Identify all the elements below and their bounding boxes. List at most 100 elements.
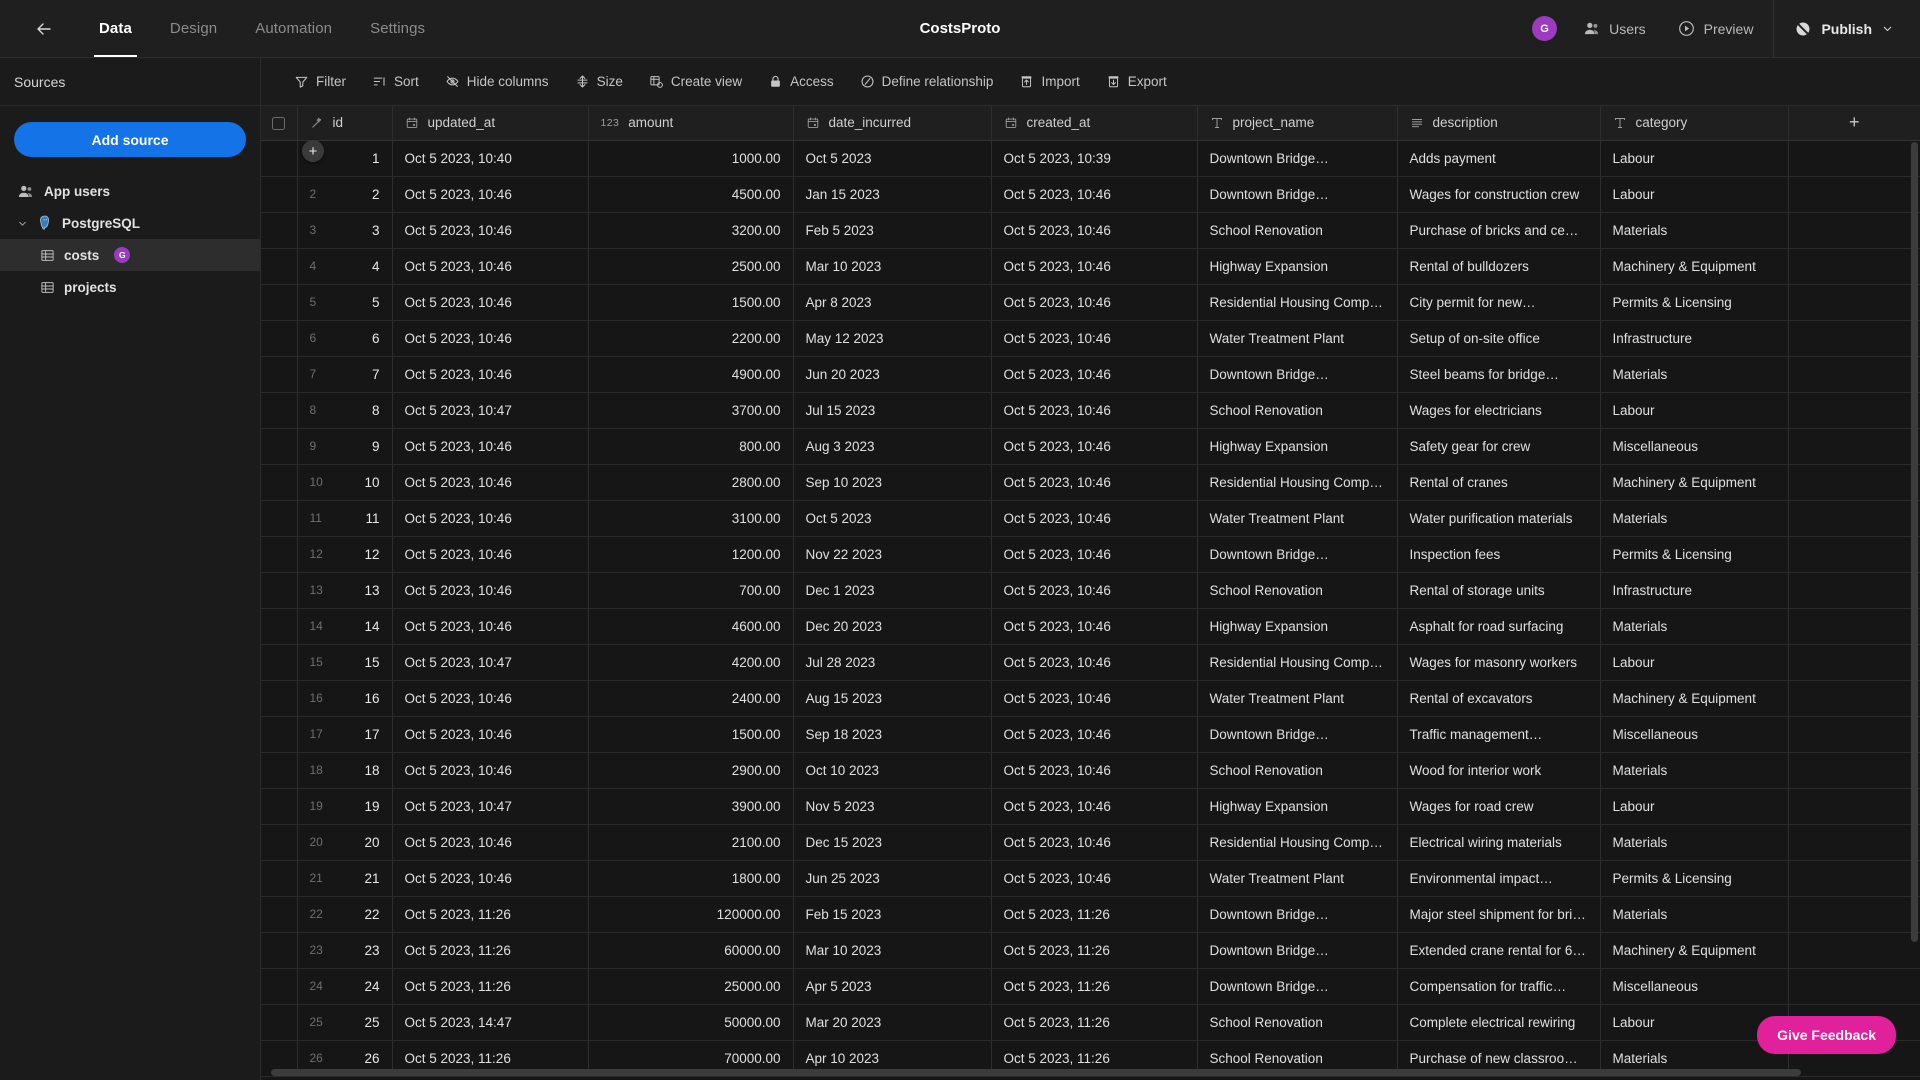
cell-date-incurred[interactable]: Dec 20 2023: [793, 608, 992, 645]
cell-date-incurred[interactable]: Sep 10 2023: [793, 464, 992, 501]
cell-category[interactable]: Permits & Licensing: [1600, 284, 1789, 321]
cell-created-at[interactable]: Oct 5 2023, 10:46: [991, 824, 1198, 861]
cell-updated-at[interactable]: Oct 5 2023, 10:46: [392, 500, 589, 537]
cell-project-name[interactable]: Downtown Bridge…: [1197, 716, 1398, 753]
table-row[interactable]: 15 15 Oct 5 2023, 10:47 4200.00 Jul 28 2023 O…: [261, 644, 1920, 681]
row-id-cell[interactable]: 77: [297, 356, 393, 393]
cell-created-at[interactable]: Oct 5 2023, 10:46: [991, 536, 1198, 573]
cell-category[interactable]: Labour: [1600, 788, 1789, 825]
cell-amount[interactable]: 2400.00: [588, 680, 794, 717]
cell-created-at[interactable]: Oct 5 2023, 10:46: [991, 428, 1198, 465]
cell-description[interactable]: Wages for road crew: [1397, 788, 1601, 825]
row-select-cell[interactable]: [261, 428, 298, 465]
cell-date-incurred[interactable]: Mar 20 2023: [793, 1004, 992, 1041]
row-select-cell[interactable]: [261, 536, 298, 573]
chevron-down-icon[interactable]: [17, 218, 28, 229]
cell-project-name[interactable]: School Renovation: [1197, 752, 1398, 789]
cell-date-incurred[interactable]: Dec 1 2023: [793, 572, 992, 609]
cell-updated-at[interactable]: Oct 5 2023, 11:26: [392, 932, 589, 969]
give-feedback-button[interactable]: Give Feedback: [1757, 1016, 1896, 1054]
cell-description[interactable]: Wages for masonry workers: [1397, 644, 1601, 681]
cell-amount[interactable]: 3100.00: [588, 500, 794, 537]
table-row[interactable]: 17 17 Oct 5 2023, 10:46 1500.00 Sep 18 2023 O…: [261, 716, 1920, 753]
cell-created-at[interactable]: Oct 5 2023, 10:46: [991, 644, 1198, 681]
sidebar-item-costs[interactable]: costs G: [0, 239, 260, 271]
column-header-description[interactable]: description: [1397, 106, 1601, 141]
cell-updated-at[interactable]: Oct 5 2023, 10:47: [392, 788, 589, 825]
cell-description[interactable]: Extended crane rental for 6…: [1397, 932, 1601, 969]
table-row[interactable]: 5 5 Oct 5 2023, 10:46 1500.00 Apr 8 2023 Oct …: [261, 284, 1920, 321]
cell-updated-at[interactable]: Oct 5 2023, 10:46: [392, 752, 589, 789]
cell-date-incurred[interactable]: Nov 22 2023: [793, 536, 992, 573]
cell-updated-at[interactable]: Oct 5 2023, 10:46: [392, 716, 589, 753]
cell-amount[interactable]: 2200.00: [588, 320, 794, 357]
cell-updated-at[interactable]: Oct 5 2023, 14:47: [392, 1004, 589, 1041]
cell-updated-at[interactable]: Oct 5 2023, 11:26: [392, 896, 589, 933]
cell-created-at[interactable]: Oct 5 2023, 10:46: [991, 680, 1198, 717]
row-select-cell[interactable]: [261, 968, 298, 1005]
cell-category[interactable]: Machinery & Equipment: [1600, 248, 1789, 285]
cell-description[interactable]: Asphalt for road surfacing: [1397, 608, 1601, 645]
cell-category[interactable]: Machinery & Equipment: [1600, 932, 1789, 969]
cell-description[interactable]: Traffic management…: [1397, 716, 1601, 753]
row-id-cell[interactable]: 19 19: [297, 788, 393, 825]
cell-updated-at[interactable]: Oct 5 2023, 10:46: [392, 680, 589, 717]
cell-created-at[interactable]: Oct 5 2023, 11:26: [991, 896, 1198, 933]
cell-category[interactable]: Labour: [1600, 392, 1789, 429]
cell-amount[interactable]: 2100.00: [588, 824, 794, 861]
row-select-cell[interactable]: [261, 644, 298, 681]
cell-updated-at[interactable]: Oct 5 2023, 11:26: [392, 968, 589, 1005]
cell-project-name[interactable]: Downtown Bridge…: [1197, 932, 1398, 969]
define-relationship-button[interactable]: Define relationship: [849, 68, 1005, 95]
cell-project-name[interactable]: Residential Housing Complex: [1197, 824, 1398, 861]
cell-updated-at[interactable]: Oct 5 2023, 10:46: [392, 464, 589, 501]
horizontal-scrollbar[interactable]: [271, 1069, 1801, 1076]
table-row[interactable]: 9 9 Oct 5 2023, 10:46 800.00 Aug 3 2023 Oct 5…: [261, 428, 1920, 465]
export-button[interactable]: Export: [1095, 68, 1178, 95]
row-id-cell[interactable]: 12 12: [297, 536, 393, 573]
row-select-cell[interactable]: [261, 284, 298, 321]
cell-description[interactable]: Steel beams for bridge…: [1397, 356, 1601, 393]
cell-category[interactable]: Materials: [1600, 212, 1789, 249]
cell-amount[interactable]: 800.00: [588, 428, 794, 465]
back-button[interactable]: [22, 7, 66, 51]
add-column-button[interactable]: +: [1801, 106, 1909, 139]
cell-date-incurred[interactable]: Apr 5 2023: [793, 968, 992, 1005]
tab-automation[interactable]: Automation: [236, 0, 351, 57]
table-row[interactable]: 13 13 Oct 5 2023, 10:46 700.00 Dec 1 2023 Oct…: [261, 572, 1920, 609]
cell-updated-at[interactable]: Oct 5 2023, 10:46: [392, 536, 589, 573]
cell-category[interactable]: Miscellaneous: [1600, 716, 1789, 753]
select-all-checkbox[interactable]: [272, 117, 286, 131]
tab-data[interactable]: Data: [80, 0, 151, 57]
cell-category[interactable]: Labour: [1600, 644, 1789, 681]
table-row[interactable]: 24 24 Oct 5 2023, 11:26 25000.00 Apr 5 2023 O…: [261, 968, 1920, 1005]
cell-project-name[interactable]: Highway Expansion: [1197, 428, 1398, 465]
column-header-id[interactable]: id: [297, 106, 393, 141]
cell-updated-at[interactable]: Oct 5 2023, 10:46: [392, 608, 589, 645]
cell-category[interactable]: Permits & Licensing: [1600, 536, 1789, 573]
row-id-cell[interactable]: 25 25: [297, 1004, 393, 1041]
vertical-scrollbar[interactable]: [1911, 142, 1918, 942]
hide-columns-button[interactable]: Hide columns: [434, 68, 560, 95]
publish-button[interactable]: Publish: [1778, 0, 1920, 57]
size-button[interactable]: Size: [564, 68, 634, 95]
cell-category[interactable]: Labour: [1600, 176, 1789, 213]
row-id-cell[interactable]: 55: [297, 284, 393, 321]
row-id-cell[interactable]: 17 17: [297, 716, 393, 753]
row-select-cell[interactable]: [261, 212, 298, 249]
table-row[interactable]: 3 3 Oct 5 2023, 10:46 3200.00 Feb 5 2023 Oct …: [261, 212, 1920, 249]
cell-category[interactable]: Materials: [1600, 608, 1789, 645]
cell-project-name[interactable]: School Renovation: [1197, 212, 1398, 249]
cell-project-name[interactable]: School Renovation: [1197, 572, 1398, 609]
cell-description[interactable]: Major steel shipment for brid…: [1397, 896, 1601, 933]
cell-amount[interactable]: 25000.00: [588, 968, 794, 1005]
table-row[interactable]: 21 21 Oct 5 2023, 10:46 1800.00 Jun 25 2023 O…: [261, 860, 1920, 897]
table-row[interactable]: 25 25 Oct 5 2023, 14:47 50000.00 Mar 20 2023…: [261, 1004, 1920, 1041]
row-id-cell[interactable]: 14 14: [297, 608, 393, 645]
row-select-cell[interactable]: [261, 788, 298, 825]
cell-category[interactable]: Permits & Licensing: [1600, 860, 1789, 897]
users-button[interactable]: Users: [1567, 0, 1662, 57]
cell-description[interactable]: Rental of storage units: [1397, 572, 1601, 609]
cell-amount[interactable]: 1500.00: [588, 284, 794, 321]
table-row[interactable]: 11Oct 5 2023, 10:401000.00Oct 5 2023Oct …: [261, 140, 1920, 177]
